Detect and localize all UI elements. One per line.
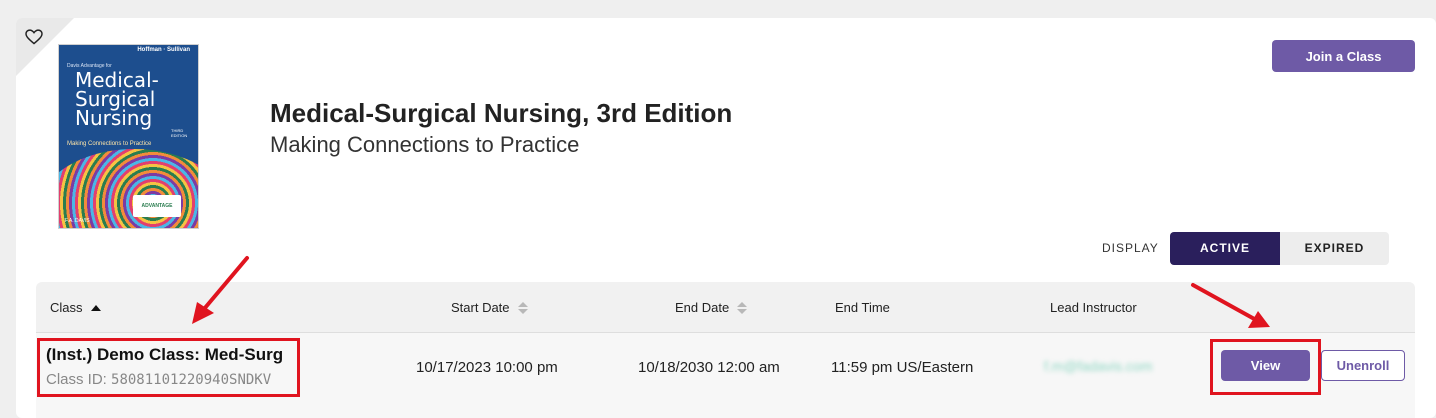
display-expired-option[interactable]: EXPIRED: [1280, 232, 1389, 265]
cover-publisher: F.A. DAVIS: [65, 218, 90, 224]
cover-artwork: [59, 149, 198, 228]
textbook-card: Hoffman · Sullivan Davis Advantage for M…: [16, 18, 1436, 418]
cover-authors: Hoffman · Sullivan: [137, 47, 190, 53]
sort-icon: [737, 301, 748, 314]
display-active-option[interactable]: ACTIVE: [1170, 232, 1280, 265]
sort-icon: [517, 301, 528, 314]
column-header-end-time-label: End Time: [835, 300, 890, 315]
cover-title: Medical- Surgical Nursing: [75, 68, 159, 130]
display-toggle: ACTIVE EXPIRED: [1170, 232, 1389, 265]
column-header-end-date-label: End Date: [675, 300, 730, 315]
end-date-cell: 10/18/2030 12:00 am: [638, 359, 780, 376]
class-name: (Inst.) Demo Class: Med-Surg: [46, 345, 284, 364]
column-header-start-date[interactable]: Start Date: [451, 300, 528, 315]
start-date-cell: 10/17/2023 10:00 pm: [416, 359, 558, 376]
class-id-label: Class ID:: [46, 371, 112, 388]
class-id-value: 58081101220940SNDKV: [111, 372, 272, 388]
cover-edition: THIRD EDITION: [171, 128, 188, 138]
column-header-end-date[interactable]: End Date: [675, 300, 748, 315]
table-header: Class Start Date End Date End Time Lead …: [36, 282, 1415, 333]
cover-badge: ADVANTAGE: [133, 195, 181, 217]
lead-instructor-cell[interactable]: f.m@fadavis.com: [1044, 358, 1152, 374]
book-subtitle: Making Connections to Practice: [270, 132, 580, 157]
column-header-lead-instructor-label: Lead Instructor: [1050, 300, 1137, 315]
cover-subtitle: Making Connections to Practice: [67, 141, 152, 147]
unenroll-button[interactable]: Unenroll: [1321, 350, 1405, 381]
book-cover-image: Hoffman · Sullivan Davis Advantage for M…: [58, 44, 199, 229]
end-time-cell: 11:59 pm US/Eastern: [831, 359, 974, 376]
display-label: DISPLAY: [1102, 241, 1159, 255]
view-button[interactable]: View: [1221, 350, 1310, 381]
class-id: Class ID: 58081101220940SNDKV: [46, 371, 271, 388]
book-title: Medical-Surgical Nursing, 3rd Edition: [270, 98, 733, 128]
column-header-lead-instructor: Lead Instructor: [1050, 300, 1137, 315]
column-header-start-date-label: Start Date: [451, 300, 510, 315]
heart-icon[interactable]: [25, 29, 43, 45]
column-header-class-label: Class: [50, 300, 83, 315]
join-class-button[interactable]: Join a Class: [1272, 40, 1415, 72]
column-header-class[interactable]: Class: [50, 300, 101, 315]
sort-ascending-icon: [90, 304, 101, 311]
column-header-end-time: End Time: [835, 300, 890, 315]
